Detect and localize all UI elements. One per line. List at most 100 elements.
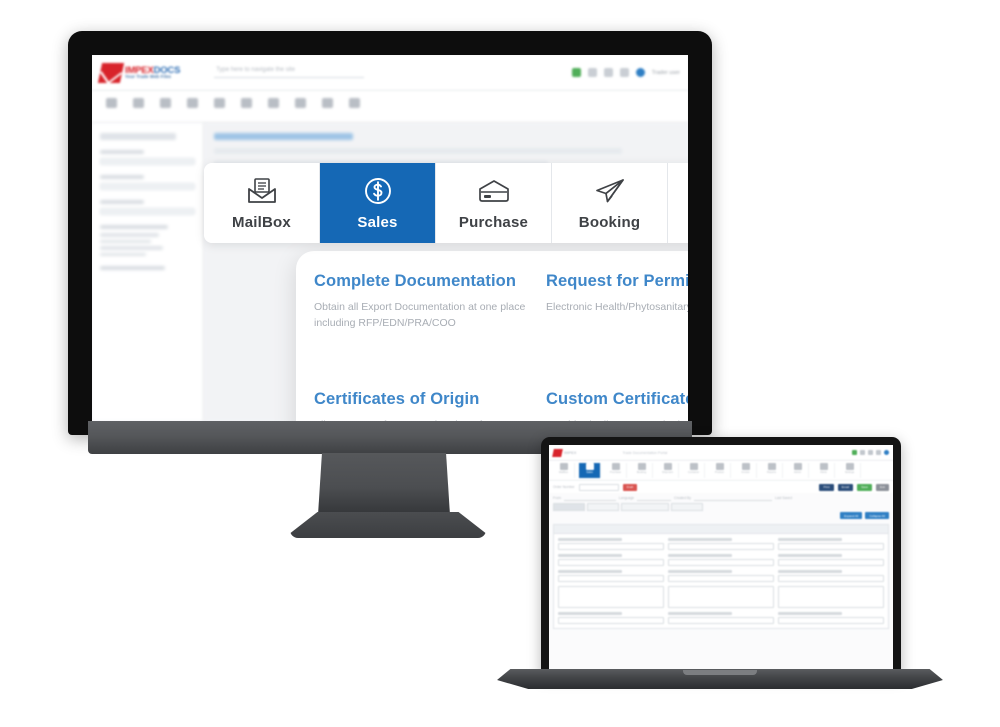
field-certificate-expiry[interactable]	[778, 554, 884, 566]
laptop-tab-invoice[interactable]: Invoice	[735, 463, 757, 478]
notification-icon[interactable]	[571, 68, 581, 77]
language-input[interactable]	[637, 495, 672, 501]
dropdown-item-title[interactable]: Request for Permit (RFP)	[546, 271, 688, 293]
laptop-tab-booking[interactable]: Booking	[631, 463, 653, 478]
tab-purchase[interactable]: Purchase	[436, 163, 552, 243]
dropdown-item-desc: Combine/Split RFP's to obtain multiple P…	[546, 418, 688, 421]
field-customer-reference[interactable]	[778, 538, 884, 550]
topbar-actions: Trader user	[571, 68, 680, 77]
avatar[interactable]	[635, 68, 645, 77]
tab-label: Purchase	[458, 214, 529, 231]
headset-icon[interactable]	[860, 450, 865, 455]
print-button[interactable]: Print	[819, 483, 834, 491]
dropdown-item-request-for-permit[interactable]: Request for Permit (RFP) Electronic Heal…	[546, 271, 688, 389]
field-consignor-details[interactable]	[558, 586, 664, 608]
notification-icon[interactable]	[852, 450, 857, 455]
laptop-tab-admin[interactable]: Admin	[787, 463, 809, 478]
field-notify-party-details[interactable]	[778, 586, 884, 608]
gear-icon[interactable]	[619, 68, 629, 77]
field-export-freight-forwarder[interactable]	[778, 612, 884, 624]
laptop-tab-alerts[interactable]: Alerts	[813, 463, 835, 478]
avatar[interactable]	[884, 450, 889, 455]
dropdown-item-certificates-of-origin[interactable]: Certificates of Origin All COO types fro…	[314, 389, 546, 421]
dropdown-item-title[interactable]: Custom Certificate	[546, 389, 688, 411]
logo-mark-icon	[552, 448, 563, 457]
dropdown-item-custom-certificate[interactable]: Custom Certificate Combine/Split RFP's t…	[546, 389, 688, 421]
search-input[interactable]: Type here to navigate the site	[214, 67, 365, 78]
exit-button[interactable]: Exit	[875, 483, 889, 491]
save-button[interactable]: Save	[857, 483, 872, 491]
app-icon-item[interactable]	[106, 98, 117, 115]
help-icon[interactable]	[603, 68, 613, 77]
created-by-input[interactable]	[693, 495, 772, 501]
laptop-icon-tabs: MailBox Sales Purchase Booking Shipment …	[549, 461, 893, 481]
app-icon-item[interactable]	[160, 98, 171, 115]
laptop-tab-container[interactable]: Container	[683, 463, 705, 478]
laptop-tab-mailbox[interactable]: MailBox	[553, 463, 575, 478]
field-consignee-details[interactable]	[668, 586, 774, 608]
user-label: Trader user	[651, 69, 680, 76]
laptop-tab-product[interactable]: Product	[709, 463, 731, 478]
section-tab-reference[interactable]	[671, 503, 703, 511]
tab-label: Sales	[586, 471, 593, 474]
field-quantity-packs[interactable]	[558, 570, 664, 582]
field-notify-party[interactable]	[558, 612, 664, 624]
tab-label: Product	[715, 471, 724, 474]
app-topbar: IMPEXDOCS Your Trade Web Files Type here…	[92, 55, 688, 91]
app-icon-item[interactable]	[241, 98, 252, 115]
dropdown-item-desc: Obtain all Export Documentation at one p…	[314, 300, 526, 329]
tab-shipment[interactable]: Shipment	[668, 163, 688, 243]
field-our-reference[interactable]	[668, 538, 774, 550]
panel-field-grid	[554, 534, 888, 628]
field-destination[interactable]	[778, 570, 884, 582]
gear-icon[interactable]	[876, 450, 881, 455]
laptop-tab-purchase[interactable]: Purchase	[605, 463, 627, 478]
tab-label: Invoice	[741, 471, 750, 474]
field-consignee-business[interactable]	[668, 554, 774, 566]
order-number-input[interactable]	[578, 483, 619, 491]
tab-label: Alerts	[820, 471, 827, 474]
expand-all-button[interactable]: Expand All	[840, 512, 863, 519]
laptop-tab-settings[interactable]: Settings	[839, 463, 861, 478]
help-icon[interactable]	[868, 450, 873, 455]
section-tab-product[interactable]	[587, 503, 619, 511]
tab-mailbox[interactable]: MailBox	[204, 163, 320, 243]
app-icon-item[interactable]	[187, 98, 198, 115]
section-tab-consol[interactable]	[553, 503, 585, 511]
dropdown-item-complete-documentation[interactable]: Complete Documentation Obtain all Export…	[314, 271, 546, 389]
laptop-details-panel	[553, 524, 889, 629]
dropdown-item-title[interactable]: Certificates of Origin	[314, 389, 530, 411]
app-icon-item[interactable]	[295, 98, 306, 115]
collapse-all-button[interactable]: Collapse All	[865, 512, 889, 519]
field-order-date[interactable]	[558, 538, 664, 550]
from-input[interactable]	[563, 495, 616, 501]
laptop-section-tabs	[549, 503, 893, 512]
laptop-tab-sales[interactable]: Sales	[579, 463, 601, 478]
field-consol-shipment-purchase[interactable]	[668, 612, 774, 624]
logo-text: IMPEXDOCS Your Trade Web Files	[125, 65, 180, 80]
credit-card-icon	[477, 175, 511, 207]
field-depot[interactable]	[668, 570, 774, 582]
laptop-tab-reports[interactable]: Reports	[761, 463, 783, 478]
mockup-stage: IMPEXDOCS Your Trade Web Files Type here…	[0, 0, 1000, 727]
app-icon-item[interactable]	[268, 98, 279, 115]
tab-label: Booking	[636, 471, 647, 474]
dropdown-item-title[interactable]: Complete Documentation	[314, 271, 530, 293]
app-icon-item[interactable]	[322, 98, 333, 115]
laptop-tab-shipment[interactable]: Shipment	[657, 463, 679, 478]
impexdocs-logo[interactable]: IMPEXDOCS Your Trade Web Files	[97, 62, 180, 83]
app-icon-item[interactable]	[349, 98, 360, 115]
app-icon-item[interactable]	[214, 98, 225, 115]
laptop-field-row: From Language Created By Last Saved	[549, 493, 893, 503]
tab-booking[interactable]: Booking	[552, 163, 668, 243]
tab-label: Purchase	[610, 471, 621, 474]
email-button[interactable]: Email	[837, 483, 854, 491]
section-tab-terms[interactable]	[621, 503, 669, 511]
headset-icon[interactable]	[587, 68, 597, 77]
tab-sales[interactable]: Sales	[320, 163, 436, 243]
panel-header[interactable]	[554, 525, 888, 534]
tab-label: Shipment	[662, 471, 673, 474]
field-term-type[interactable]	[558, 554, 664, 566]
app-icon-item[interactable]	[133, 98, 144, 115]
tab-label: Admin	[793, 471, 802, 474]
